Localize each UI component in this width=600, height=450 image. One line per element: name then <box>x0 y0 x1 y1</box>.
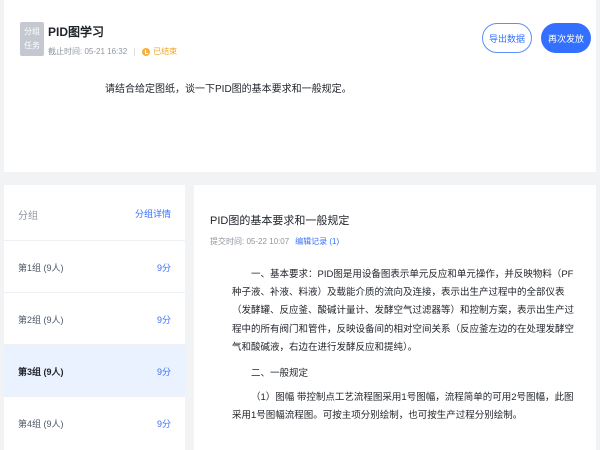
group-score: 9分 <box>156 315 171 325</box>
group-score: 9分 <box>156 263 171 273</box>
group-detail-link[interactable]: 分组详情 <box>135 207 171 220</box>
task-title: PID图学习 <box>48 25 105 39</box>
group-score: 9分 <box>156 419 171 429</box>
task-header-card: 分组 任务 PID图学习 截止时间: 05-21 16:32 已结束 导出数据 … <box>4 0 596 172</box>
resend-button[interactable]: 再次发放 <box>541 23 591 53</box>
group-list-header: 分组 分组详情 <box>4 185 185 240</box>
group-row-3[interactable]: 第3组 (9人) 9分 <box>4 344 185 396</box>
group-name: 第1组 (9人) <box>18 263 64 273</box>
submit-time: 提交时间: 05-22 10:07 <box>210 237 290 246</box>
task-prompt: 请结合给定图纸，谈一下PID图的基本要求和一般规定。 <box>105 84 352 95</box>
group-row-1[interactable]: 第1组 (9人) 9分 <box>4 240 185 292</box>
answer-paragraph-3: （1）图幅 带控制点工艺流程图采用1号图幅，流程简单的可用2号图幅，此图采用1号… <box>232 392 574 422</box>
deadline-text: 截止时间: 05-21 16:32 <box>48 47 128 56</box>
answer-paragraph-2: 二、一般规定 <box>251 368 309 380</box>
group-row-2[interactable]: 第2组 (9人) 9分 <box>4 292 185 344</box>
status-badge: 已结束 <box>153 47 178 56</box>
status-check-icon <box>142 47 151 56</box>
group-score: 9分 <box>156 367 171 377</box>
answer-paragraph-1: 一、基本要求：PID图是用设备图表示单元反应和单元操作，并反映物料（PF种子液、… <box>232 269 575 353</box>
group-row-4[interactable]: 第4组 (9人) 9分 <box>4 396 185 448</box>
answer-title: PID图的基本要求和一般规定 <box>210 215 350 227</box>
group-name: 第3组 (9人) <box>18 367 64 377</box>
answer-meta: 提交时间: 05-22 10:07 编辑记录 (1) <box>210 236 339 247</box>
edit-record-link[interactable]: 编辑记录 (1) <box>295 237 339 246</box>
group-name: 第4组 (9人) <box>18 419 64 429</box>
group-name: 第2组 (9人) <box>18 315 64 325</box>
answer-panel: PID图的基本要求和一般规定 提交时间: 05-22 10:07 编辑记录 (1)… <box>194 185 596 450</box>
group-list-title: 分组 <box>18 211 38 222</box>
task-meta: 截止时间: 05-21 16:32 已结束 <box>48 46 177 57</box>
answer-body: 一、基本要求：PID图是用设备图表示单元反应和单元操作，并反映物料（PF种子液、… <box>232 266 580 434</box>
group-list-panel: 分组 分组详情 第1组 (9人) 9分 第2组 (9人) 9分 第3组 (9人)… <box>4 185 185 450</box>
meta-divider <box>134 47 136 56</box>
export-data-button[interactable]: 导出数据 <box>482 23 532 53</box>
group-task-icon: 分组 任务 <box>20 22 44 56</box>
